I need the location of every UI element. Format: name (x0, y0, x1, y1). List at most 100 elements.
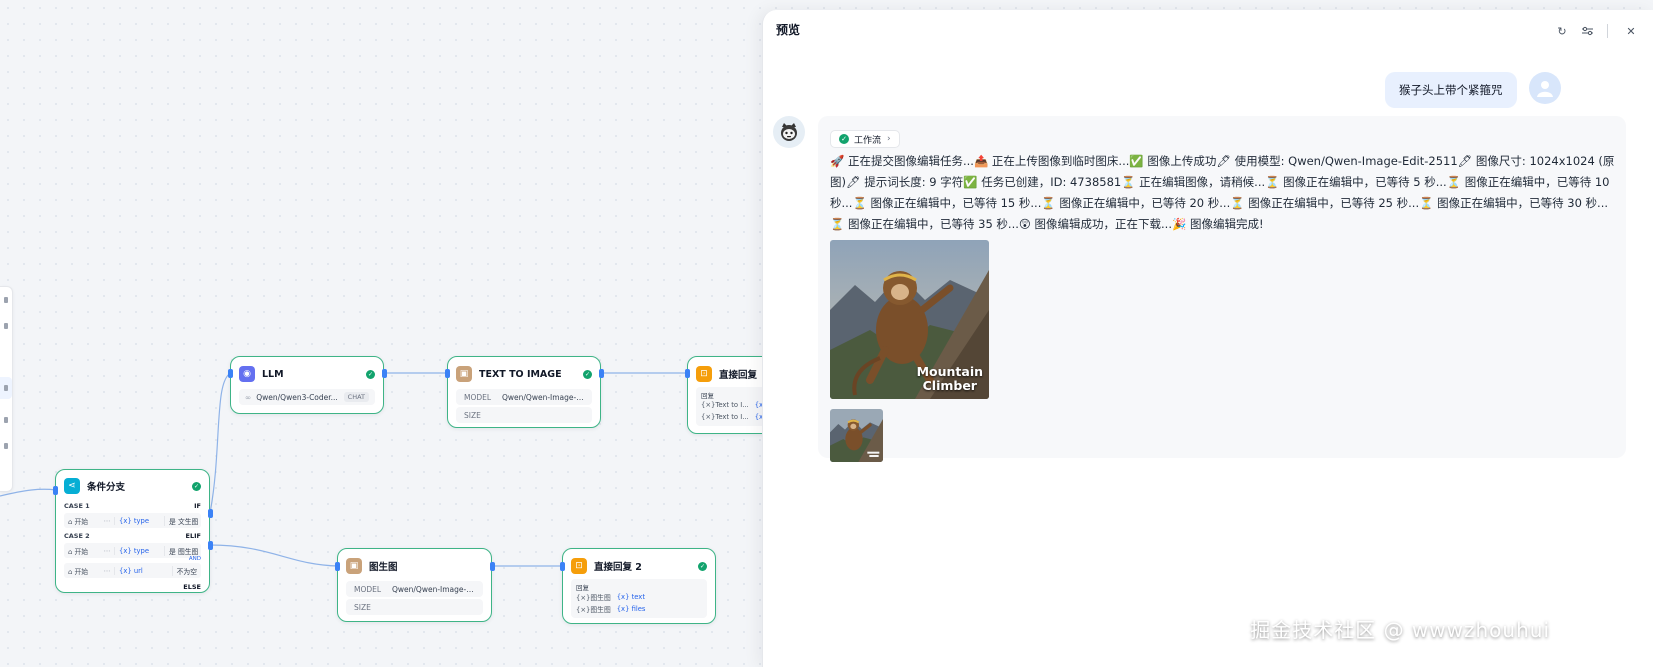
node-title: 条件分支 (87, 482, 126, 493)
node-title: 直接回复 (719, 370, 758, 381)
case1-key: IF (194, 502, 201, 510)
llm-input-port[interactable] (228, 369, 233, 378)
monkey-climber-thumbnail (830, 409, 883, 462)
success-check-icon: ✓ (839, 134, 849, 144)
reply-source: {×}Text to I... (701, 401, 749, 409)
model-name: Qwen/Qwen3-Coder... (256, 392, 338, 402)
brain-icon: ◉ (239, 366, 255, 382)
panel-title: 预览 (776, 23, 801, 37)
model-value: Qwen/Qwen-Image-2512 (502, 392, 584, 402)
llm-node[interactable]: ◉ LLM ✓ ∞ Qwen/Qwen3-Coder... CHAT (230, 356, 384, 414)
case1-condition[interactable]: ⌂ 开始 ⋯ {x} type 是 文生图 (64, 513, 201, 528)
reply-label: 回复 (576, 584, 589, 592)
text-to-image-output-port[interactable] (599, 369, 604, 378)
else-label: ELSE (183, 583, 201, 591)
condition-branch-node[interactable]: ⋖ 条件分支 ✓ CASE 1 IF ⌂ 开始 ⋯ {x} type 是 文生图… (55, 469, 210, 593)
select-icon[interactable] (4, 385, 8, 391)
case1-label: CASE 1 (64, 502, 90, 510)
node-title: TEXT TO IMAGE (479, 368, 562, 380)
case1-output-port[interactable] (208, 509, 213, 518)
model-selector[interactable]: ∞ Qwen/Qwen3-Coder... CHAT (239, 389, 375, 405)
cond-dots: ⋯ (103, 516, 111, 525)
refresh-icon[interactable]: ↻ (1552, 22, 1572, 40)
branch-icon: ⋖ (64, 478, 80, 494)
text-to-image-input-port[interactable] (445, 369, 450, 378)
panel-actions: ↻ ✕ (1547, 22, 1641, 40)
cond-op: 是 图生图 (164, 545, 201, 556)
reply-input-port[interactable] (685, 369, 690, 378)
chevron-right-icon: › (887, 134, 891, 144)
cond-op: 是 文生图 (164, 515, 201, 526)
bot-message-text: 🚀 正在提交图像编辑任务...📤 正在上传图像到临时图床...✅ 图像上传成功🖊… (830, 154, 1615, 231)
edge-condition-to-llm (209, 372, 232, 514)
watermark: 掘金技术社区 @ wwwzhouhui (1250, 618, 1550, 642)
chat-tag: CHAT (343, 392, 369, 402)
reply-icon: ⊡ (571, 558, 587, 574)
image-to-image-output-port[interactable] (490, 562, 495, 571)
reply-var-line: {×}图生图 {x} files (576, 603, 702, 615)
hand-icon[interactable] (4, 417, 8, 423)
model-label: MODEL (464, 392, 492, 402)
case2-key: ELIF (185, 532, 201, 540)
user-message: 猴子头上带个紧箍咒 (1385, 72, 1517, 108)
cond-source: ⌂ 开始 (68, 547, 89, 556)
redo-icon[interactable] (4, 323, 8, 329)
canvas-toolbar (0, 286, 13, 492)
else-header: ELSE (64, 581, 201, 593)
size-row: SIZE (346, 599, 483, 615)
reply-var-line: {×}图生图 {x} text (576, 591, 702, 603)
node-title: LLM (262, 368, 284, 380)
reply-source: {×}Text to I... (701, 413, 749, 421)
image-to-image-input-port[interactable] (335, 562, 340, 571)
generated-image-thumbnail[interactable] (830, 409, 883, 462)
cond-var: {x} url (114, 566, 164, 575)
bot-avatar (773, 116, 805, 148)
reply-icon: ⊡ (696, 366, 712, 382)
node-title: 直接回复 2 (594, 562, 642, 573)
image-tool-icon: ▣ (456, 366, 472, 382)
zoom-icon[interactable] (4, 443, 8, 449)
image-tool-icon: ▣ (346, 558, 362, 574)
and-label[interactable]: AND (64, 556, 201, 562)
reply2-node[interactable]: ⊡ 直接回复 2 ✓ 回复 {×}图生图 {x} text {×}图生图 {x}… (562, 548, 716, 624)
actions-divider (1607, 24, 1608, 38)
reply-source: {×}图生图 (576, 594, 611, 602)
node-title: 图生图 (369, 562, 398, 573)
condition-input-port[interactable] (53, 486, 58, 495)
settings-sliders-icon[interactable] (1577, 22, 1597, 40)
text-to-image-node[interactable]: ▣ TEXT TO IMAGE ✓ MODEL Qwen/Qwen-Image-… (447, 356, 601, 428)
undo-icon[interactable] (4, 297, 8, 303)
close-icon[interactable]: ✕ (1621, 22, 1641, 40)
case2-header: CASE 2 ELIF (64, 530, 201, 542)
bot-message: ✓ 工作流 › 🚀 正在提交图像编辑任务...📤 正在上传图像到临时图床...✅… (818, 116, 1626, 462)
model-label: MODEL (354, 584, 382, 594)
image-caption: Mountain Climber (917, 365, 983, 393)
reply-var: {x} text (616, 593, 645, 601)
cond-var: {x} type (114, 516, 164, 525)
cond-dots: ⋯ (103, 546, 111, 555)
generated-image[interactable]: Mountain Climber (830, 240, 989, 399)
workflow-badge[interactable]: ✓ 工作流 › (830, 130, 900, 148)
case2-output-port[interactable] (208, 541, 213, 550)
reply2-input-port[interactable] (560, 562, 565, 571)
preview-panel: 预览 ↻ ✕ 猴子头上带个紧箍咒 ✓ 工作流 › 🚀 正在提交图像编辑任务...… (762, 10, 1653, 667)
success-check-icon: ✓ (698, 561, 707, 571)
cond-source: ⌂ 开始 (68, 517, 89, 526)
model-value: Qwen/Qwen-Image-Edit-... (392, 584, 475, 594)
cond-dots: ⋯ (103, 566, 111, 575)
cond-op: 不为空 (171, 565, 201, 576)
case2-condition-2[interactable]: ⌂ 开始 ⋯ {x} url 不为空 (64, 563, 201, 578)
image-caption-line: Mountain (916, 364, 983, 379)
size-label: SIZE (464, 410, 481, 420)
size-label: SIZE (354, 602, 371, 612)
size-row: SIZE (456, 407, 592, 423)
workflow-canvas[interactable]: ◉ LLM ✓ ∞ Qwen/Qwen3-Coder... CHAT ▣ TEX… (0, 0, 841, 667)
image-caption-line: Climber (922, 378, 977, 393)
cond-var: {x} type (114, 546, 164, 555)
user-avatar (1529, 72, 1561, 104)
case2-label: CASE 2 (64, 532, 90, 540)
image-to-image-node[interactable]: ▣ 图生图 MODEL Qwen/Qwen-Image-Edit-... SIZ… (337, 548, 492, 622)
llm-output-port[interactable] (382, 369, 387, 378)
reply-content-box: 回复 {×}图生图 {x} text {×}图生图 {x} files (571, 579, 707, 618)
success-check-icon: ✓ (366, 369, 375, 379)
